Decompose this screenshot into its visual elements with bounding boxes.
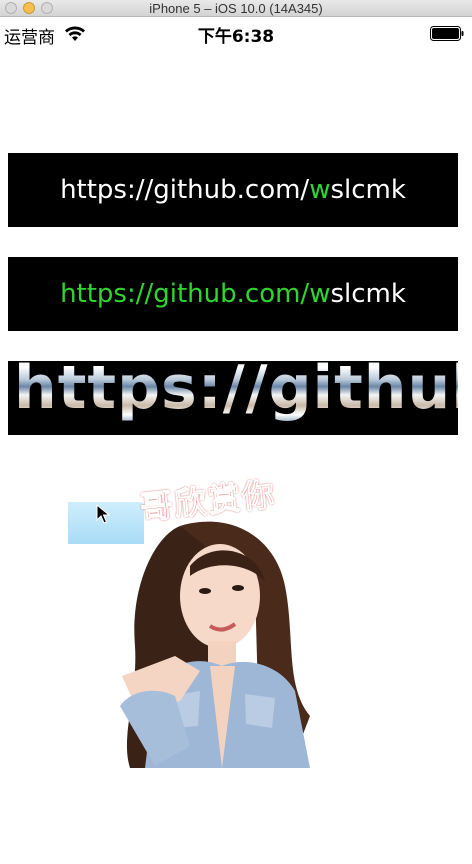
url-segment: slcmk xyxy=(330,279,406,309)
mouse-pointer-icon xyxy=(96,504,110,524)
url-label-banner-3: https://github.... xyxy=(8,361,458,435)
url-text-1: https://github.com/w slcmk xyxy=(8,153,458,227)
url-segment-highlight: https://github.com/w xyxy=(60,279,331,309)
url-text-2: https://github.com/w slcmk xyxy=(8,257,458,331)
battery-icon xyxy=(430,26,464,41)
url-segment: https://github.com/ xyxy=(60,175,310,205)
url-label-banner-2: https://github.com/w slcmk xyxy=(8,257,458,331)
simulator-title-bar: iPhone 5 – iOS 10.0 (14A345) xyxy=(0,0,472,17)
window-title: iPhone 5 – iOS 10.0 (14A345) xyxy=(149,1,323,16)
status-time: 下午6:38 xyxy=(197,27,275,47)
url-text-3: https://github.... xyxy=(14,361,458,423)
url-label-banner-1: https://github.com/w slcmk xyxy=(8,153,458,227)
url-segment-highlight: w xyxy=(309,175,331,205)
status-bar: 运营商 下午6:38 xyxy=(0,18,472,50)
url-segment: slcmk xyxy=(330,175,406,205)
meme-image: 哥欣赏你 xyxy=(60,466,360,768)
